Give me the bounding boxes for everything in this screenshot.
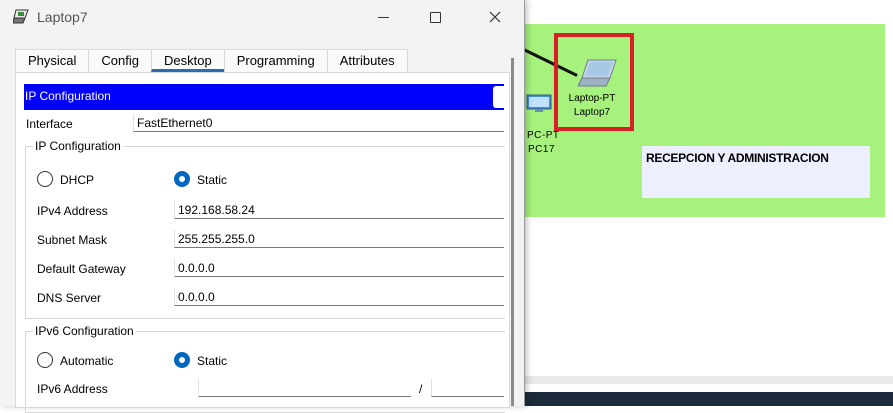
close-icon: [489, 11, 501, 23]
maximize-button[interactable]: [412, 0, 458, 34]
pc-icon[interactable]: [525, 94, 553, 114]
tab-desktop[interactable]: Desktop: [151, 49, 225, 72]
ipv6-static-radio[interactable]: [174, 352, 190, 368]
panel-close-button[interactable]: [493, 86, 505, 108]
subnet-mask-input[interactable]: 255.255.255.0: [174, 230, 504, 248]
window-title: Laptop7: [37, 9, 88, 25]
tab-attributes[interactable]: Attributes: [326, 49, 408, 72]
tab-physical[interactable]: Physical: [15, 49, 90, 72]
area-note-text: RECEPCION Y ADMINISTRACION: [646, 151, 829, 165]
pc-type-label: PC-PT: [527, 130, 560, 141]
automatic-radio[interactable]: [37, 352, 53, 368]
title-bar[interactable]: Laptop7: [0, 0, 524, 36]
area-note[interactable]: RECEPCION Y ADMINISTRACION: [642, 146, 870, 198]
device-window: Laptop7 Physical Config Desktop Programm…: [0, 0, 525, 413]
tab-config[interactable]: Config: [88, 49, 152, 72]
tab-programming[interactable]: Programming: [223, 49, 328, 72]
interface-select[interactable]: FastEthernet0: [133, 114, 504, 132]
laptop-label: Laptop-PT Laptop7: [560, 92, 624, 120]
laptop-icon[interactable]: [578, 58, 618, 88]
static-label[interactable]: Static: [197, 173, 227, 187]
interface-label: Interface: [26, 117, 73, 131]
ip-config-header-title: IP Configuration: [25, 89, 111, 103]
ipv4-address-label: IPv4 Address: [37, 204, 108, 218]
dhcp-radio[interactable]: [37, 171, 53, 187]
default-gateway-input[interactable]: 0.0.0.0: [174, 259, 504, 277]
laptop-type-label: Laptop-PT: [568, 93, 616, 104]
pc-label: PC-PT PC17: [527, 129, 560, 157]
ipv6-address-label: IPv6 Address: [37, 382, 108, 396]
ip-config-header: IP Configuration: [24, 84, 504, 110]
workspace-scrollbar[interactable]: [523, 376, 893, 384]
dhcp-label[interactable]: DHCP: [60, 173, 94, 187]
subnet-mask-label: Subnet Mask: [37, 233, 108, 247]
vertical-scrollbar[interactable]: [511, 58, 514, 406]
ipv4-group-title: IP Configuration: [33, 139, 123, 153]
ipv6-group-title: IPv6 Configuration: [33, 324, 136, 338]
ipv6-group: [25, 331, 505, 413]
app-icon: [13, 9, 29, 24]
tab-bar: Physical Config Desktop Programming Attr…: [15, 49, 408, 72]
maximize-icon: [429, 11, 441, 23]
ipv6-address-input[interactable]: [198, 379, 411, 397]
dns-server-input[interactable]: 0.0.0.0: [174, 288, 504, 306]
minimize-button[interactable]: [360, 0, 406, 34]
static-radio[interactable]: [174, 171, 190, 187]
ipv4-address-input[interactable]: 192.168.58.24: [174, 201, 504, 219]
ipv6-prefix-input[interactable]: [431, 379, 504, 397]
default-gateway-label: Default Gateway: [37, 262, 126, 276]
pc-name-label: PC17: [528, 144, 556, 155]
close-button[interactable]: [472, 0, 518, 34]
minimize-icon: [377, 16, 389, 18]
prefix-separator: /: [419, 382, 423, 396]
ipv6-static-label[interactable]: Static: [197, 354, 227, 368]
dns-server-label: DNS Server: [37, 291, 102, 305]
automatic-label[interactable]: Automatic: [60, 354, 113, 368]
laptop-name-label: Laptop7: [573, 107, 611, 118]
taskbar: [523, 392, 893, 406]
